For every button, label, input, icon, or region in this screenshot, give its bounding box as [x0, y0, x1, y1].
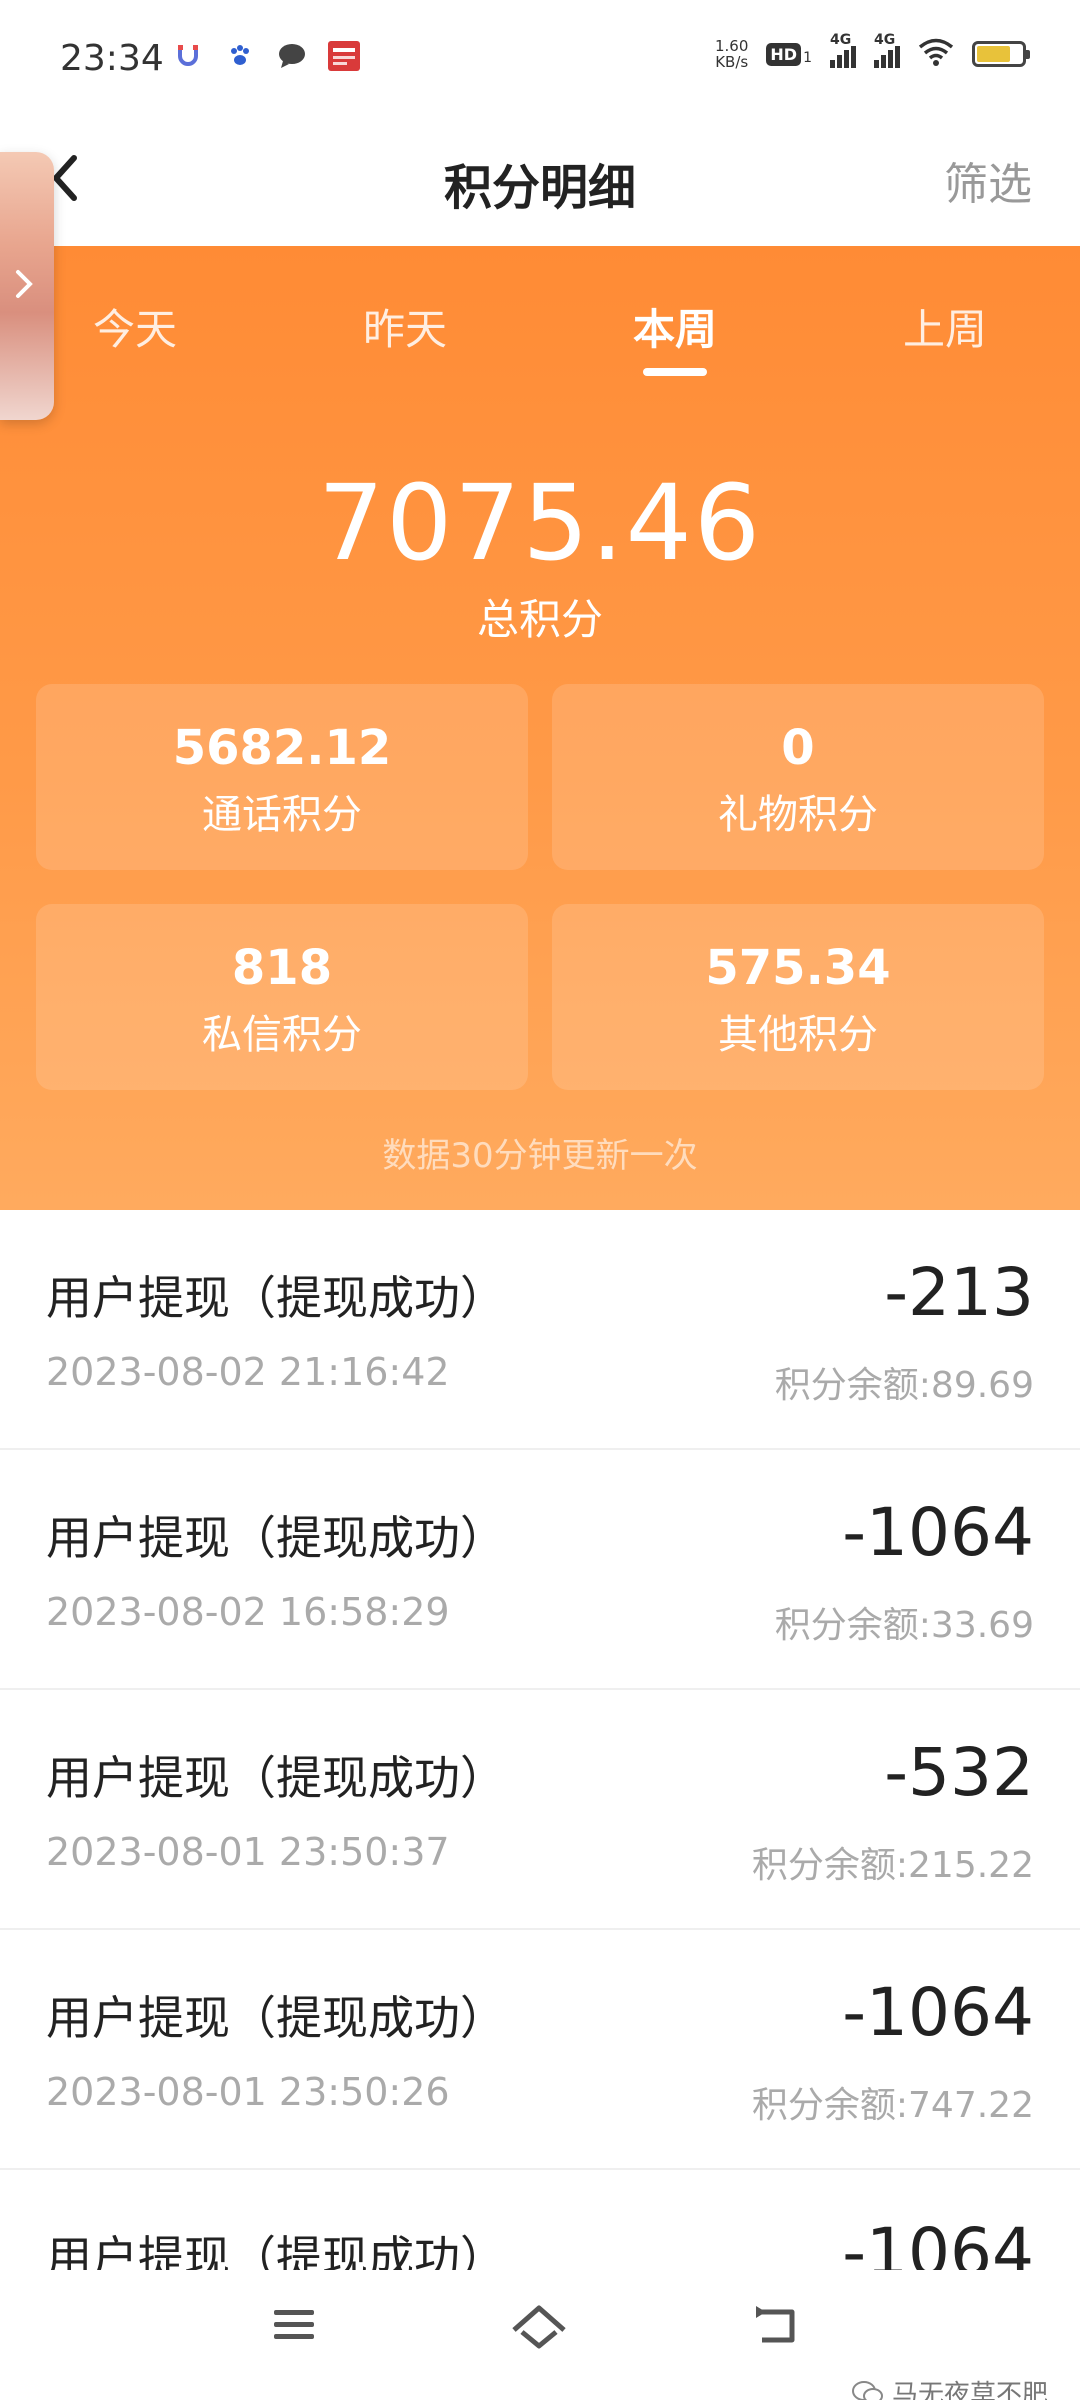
- record-time: 2023-08-02 16:58:29: [46, 1590, 450, 1634]
- stat-label: 其他积分: [718, 1012, 878, 1058]
- points-summary-card: 今天 昨天 本周 上周 7075.46 总积分 5682.12 通话积分 0 礼…: [0, 246, 1080, 1210]
- battery-level: [977, 46, 1010, 62]
- tab-yesterday[interactable]: 昨天: [270, 296, 540, 376]
- battery-icon: [972, 41, 1030, 67]
- chevron-right-icon: [16, 270, 33, 298]
- stat-label: 私信积分: [202, 1012, 362, 1058]
- hd-sub: 1: [803, 49, 812, 66]
- update-note: 数据30分钟更新一次: [382, 1136, 698, 1176]
- record-amount: -1064: [842, 1494, 1034, 1571]
- tab-active-indicator: [643, 368, 707, 376]
- total-points-value: 7075.46: [317, 462, 763, 584]
- watermark: 马无夜草不肥: [851, 2374, 1048, 2400]
- wifi-icon: [918, 38, 954, 70]
- stat-value: 5682.12: [172, 720, 392, 776]
- u-app-icon: [172, 40, 204, 72]
- list-item[interactable]: 用户提现（提现成功） 2023-08-01 23:50:26 -1064 积分余…: [0, 1930, 1080, 2170]
- list-item[interactable]: 用户提现（提现成功） 2023-08-02 16:58:29 -1064 积分余…: [0, 1450, 1080, 1690]
- gift-points-card: 0 礼物积分: [552, 684, 1044, 870]
- system-indicators: 1.60 KB/s HD 1 4G 4G: [715, 32, 1030, 70]
- list-item[interactable]: 用户提现（提现成功） 2023-08-02 21:16:42 -213 积分余额…: [0, 1210, 1080, 1450]
- back-nav-button[interactable]: [746, 2300, 816, 2360]
- paw-icon: [224, 40, 256, 72]
- stat-value: 818: [231, 940, 333, 996]
- total-points-label: 总积分: [476, 595, 603, 644]
- wechat-icon: [851, 2380, 883, 2400]
- record-balance: 积分余额:215.22: [751, 1845, 1034, 1886]
- news-app-icon: [328, 40, 360, 72]
- hd-indicator: HD 1: [766, 42, 812, 66]
- status-time: 23:34: [60, 38, 164, 79]
- tab-label: 今天: [92, 305, 177, 354]
- network-speed: 1.60 KB/s: [715, 38, 748, 70]
- stat-value: 0: [781, 720, 815, 776]
- tab-label: 昨天: [362, 305, 447, 354]
- menu-icon: [274, 2310, 314, 2339]
- record-time: 2023-08-01 23:50:26: [46, 2070, 450, 2114]
- record-balance: 积分余额:89.69: [774, 1365, 1034, 1406]
- menu-button[interactable]: [264, 2300, 334, 2360]
- hd-label: HD: [766, 42, 802, 66]
- signal-icon: 4G: [874, 32, 900, 68]
- record-title: 用户提现（提现成功）: [46, 1271, 506, 1325]
- back-icon: [756, 2306, 795, 2343]
- tab-last-week[interactable]: 上周: [810, 296, 1080, 376]
- floating-side-widget[interactable]: [0, 152, 54, 420]
- notification-icons: [172, 40, 360, 72]
- call-points-card: 5682.12 通话积分: [36, 684, 528, 870]
- net-speed-unit: KB/s: [715, 53, 749, 71]
- period-tabs: 今天 昨天 本周 上周: [0, 296, 1080, 376]
- watermark-text: 马无夜草不肥: [891, 2380, 1048, 2400]
- record-time: 2023-08-02 21:16:42: [46, 1350, 450, 1394]
- tab-label: 上周: [902, 305, 987, 354]
- net-speed-value: 1.60: [715, 37, 749, 55]
- list-item[interactable]: 用户提现（提现成功） 2023-08-01 23:50:37 -532 积分余额…: [0, 1690, 1080, 1930]
- stat-label: 通话积分: [202, 792, 362, 838]
- record-amount: -532: [884, 1734, 1034, 1811]
- signal-label: 4G: [830, 32, 852, 48]
- tab-this-week[interactable]: 本周: [540, 296, 810, 376]
- record-balance: 积分余额:747.22: [751, 2085, 1034, 2126]
- points-record-list: 用户提现（提现成功） 2023-08-02 21:16:42 -213 积分余额…: [0, 1210, 1080, 2400]
- record-title: 用户提现（提现成功）: [46, 1751, 506, 1805]
- record-balance: 积分余额:33.69: [774, 1605, 1034, 1646]
- filter-button[interactable]: 筛选: [944, 148, 1032, 212]
- record-title: 用户提现（提现成功）: [46, 1991, 506, 2045]
- tab-label: 本周: [632, 305, 717, 354]
- stat-label: 礼物积分: [718, 792, 878, 838]
- other-points-card: 575.34 其他积分: [552, 904, 1044, 1090]
- signal-icon: 4G: [830, 32, 856, 68]
- record-title: 用户提现（提现成功）: [46, 1511, 506, 1565]
- record-amount: -213: [884, 1254, 1034, 1331]
- record-time: 2023-08-01 23:50:37: [46, 1830, 450, 1874]
- record-amount: -1064: [842, 1974, 1034, 2051]
- page-title: 积分明细: [443, 160, 636, 216]
- chat-icon: [276, 40, 308, 72]
- signal-label: 4G: [874, 32, 896, 48]
- home-button[interactable]: [506, 2300, 576, 2360]
- message-points-card: 818 私信积分: [36, 904, 528, 1090]
- stat-value: 575.34: [705, 940, 891, 996]
- app-header: 积分明细 筛选: [0, 118, 1080, 246]
- status-bar: 23:34 1.60 KB/s HD 1 4G 4G: [0, 0, 1080, 118]
- home-icon: [512, 2305, 566, 2349]
